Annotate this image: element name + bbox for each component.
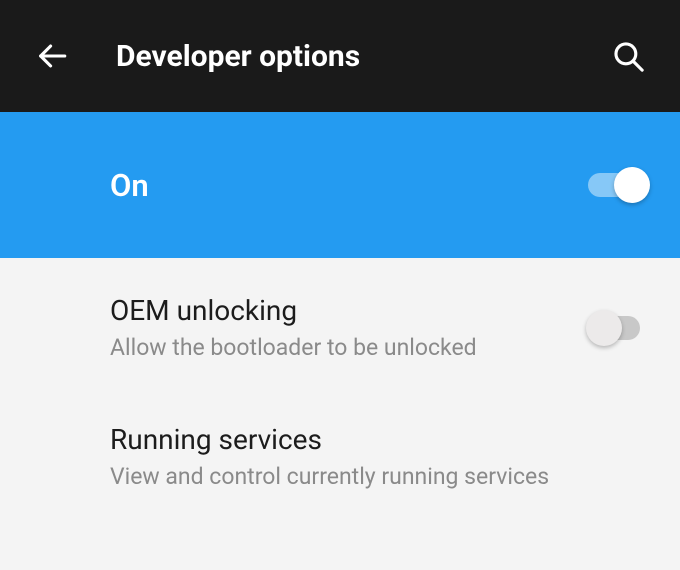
settings-list: OEM unlocking Allow the bootloader to be… [0, 258, 680, 522]
settings-item-title: OEM unlocking [110, 294, 588, 327]
page-title: Developer options [116, 39, 606, 74]
settings-item-subtitle: Allow the bootloader to be unlocked [110, 333, 588, 363]
search-icon [611, 39, 645, 73]
master-toggle-row[interactable]: On [0, 112, 680, 258]
back-button[interactable] [30, 34, 74, 78]
switch-thumb [586, 310, 622, 346]
settings-text: OEM unlocking Allow the bootloader to be… [110, 294, 588, 363]
settings-item-title: Running services [110, 423, 650, 456]
back-arrow-icon [35, 39, 69, 73]
settings-text: Running services View and control curren… [110, 423, 650, 492]
settings-item-subtitle: View and control currently running servi… [110, 462, 650, 492]
oem-unlocking-switch[interactable] [588, 313, 650, 343]
search-button[interactable] [606, 34, 650, 78]
app-bar: Developer options [0, 0, 680, 112]
master-toggle-label: On [110, 167, 588, 204]
switch-thumb [614, 167, 650, 203]
master-toggle-switch[interactable] [588, 170, 650, 200]
settings-item-running-services[interactable]: Running services View and control curren… [0, 393, 680, 522]
settings-item-oem-unlocking[interactable]: OEM unlocking Allow the bootloader to be… [0, 264, 680, 393]
